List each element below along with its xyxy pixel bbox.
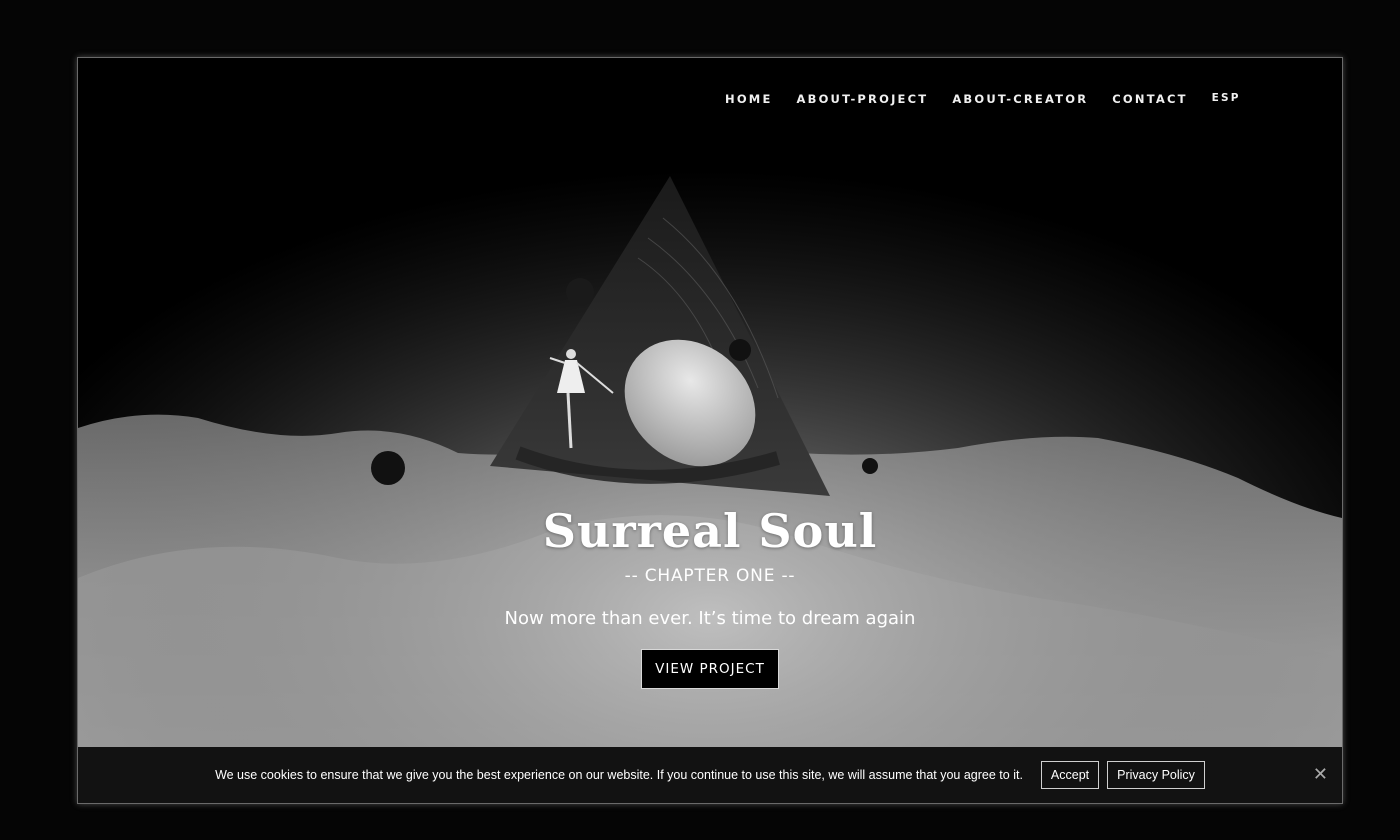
- floating-sphere: [566, 278, 594, 306]
- hero-background: [78, 58, 1342, 803]
- main-nav: HOME ABOUT-PROJECT ABOUT-CREATOR CONTACT…: [725, 92, 1241, 106]
- cookie-banner: We use cookies to ensure that we give yo…: [78, 747, 1342, 803]
- nav-about-creator[interactable]: ABOUT-CREATOR: [952, 92, 1088, 106]
- hero-section: Surreal Soul -- CHAPTER ONE -- Now more …: [78, 504, 1342, 689]
- floating-sphere: [862, 458, 878, 474]
- browser-frame: HOME ABOUT-PROJECT ABOUT-CREATOR CONTACT…: [77, 57, 1343, 804]
- nav-home[interactable]: HOME: [725, 92, 773, 106]
- hero-title: Surreal Soul: [542, 504, 878, 558]
- view-project-button[interactable]: VIEW PROJECT: [641, 649, 779, 689]
- floating-sphere: [371, 451, 405, 485]
- hero-chapter: -- CHAPTER ONE --: [624, 566, 796, 586]
- nav-about-project[interactable]: ABOUT-PROJECT: [797, 92, 929, 106]
- privacy-policy-button[interactable]: Privacy Policy: [1107, 761, 1205, 789]
- floating-sphere: [729, 339, 751, 361]
- cookie-message: We use cookies to ensure that we give yo…: [215, 768, 1023, 782]
- accept-button[interactable]: Accept: [1040, 761, 1100, 789]
- close-icon[interactable]: ✕: [1313, 764, 1328, 785]
- hero-tagline: Now more than ever. It’s time to dream a…: [504, 608, 916, 629]
- nav-language-esp[interactable]: ESP: [1212, 92, 1241, 106]
- nav-contact[interactable]: CONTACT: [1112, 92, 1187, 106]
